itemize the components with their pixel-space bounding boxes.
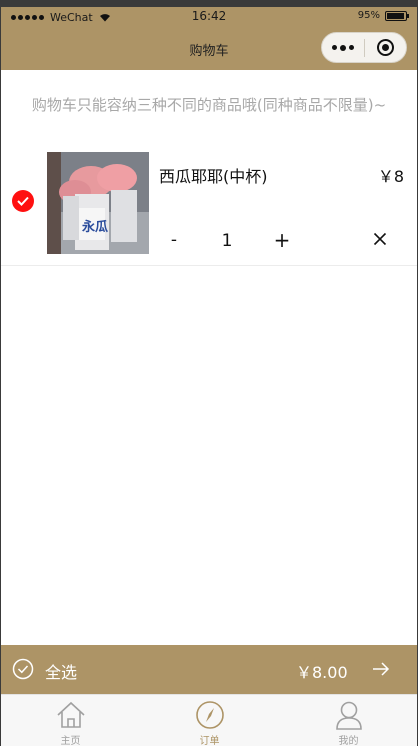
tab-orders[interactable]: 订单 bbox=[140, 695, 279, 746]
increase-quantity-button[interactable]: + bbox=[272, 228, 292, 252]
product-price: ￥8 bbox=[377, 167, 404, 186]
compass-icon bbox=[195, 701, 224, 729]
phone-screen: WeChat 16:42 95% 购物车 购物车只能容纳三种不同的商品哦(同种商… bbox=[1, 7, 417, 746]
watermelon-drink-photo bbox=[47, 152, 149, 254]
tab-orders-label: 订单 bbox=[199, 736, 220, 746]
product-name: 西瓜耶耶(中杯) bbox=[159, 167, 268, 186]
product-image[interactable]: 永瓜 bbox=[47, 152, 149, 254]
decrease-quantity-button[interactable]: - bbox=[166, 230, 182, 250]
cart-total: ￥8.00 bbox=[296, 663, 348, 682]
tab-bar: 主页 订单 我的 bbox=[1, 694, 417, 746]
tab-profile[interactable]: 我的 bbox=[279, 695, 417, 746]
tab-home-label: 主页 bbox=[60, 736, 81, 746]
status-time: 16:42 bbox=[191, 9, 227, 23]
battery-fill bbox=[387, 12, 404, 19]
top-bar: WeChat 16:42 95% 购物车 bbox=[1, 7, 417, 70]
battery-icon bbox=[385, 10, 409, 21]
nav-bar: 购物车 bbox=[1, 27, 417, 70]
home-icon bbox=[56, 701, 85, 728]
tab-home[interactable]: 主页 bbox=[1, 695, 140, 746]
target-icon bbox=[376, 39, 394, 56]
user-icon bbox=[335, 701, 362, 730]
cart-limit-notice: 购物车只能容纳三种不同的商品哦(同种商品不限量)~ bbox=[31, 96, 387, 114]
checkmark-icon bbox=[17, 196, 29, 206]
remove-item-icon[interactable] bbox=[373, 232, 387, 246]
select-all-check-icon[interactable] bbox=[12, 658, 34, 680]
select-all-label[interactable]: 全选 bbox=[45, 659, 77, 683]
checkout-bar: 全选 ￥8.00 bbox=[1, 645, 417, 694]
tab-profile-label: 我的 bbox=[338, 736, 359, 746]
cart-item: 永瓜 西瓜耶耶(中杯) ￥8 - 1 + bbox=[1, 140, 417, 266]
product-image-label: 永瓜 bbox=[82, 220, 109, 235]
close-mini-program-button[interactable] bbox=[365, 33, 406, 62]
battery-percent: 95% bbox=[357, 10, 380, 21]
status-bar: WeChat 16:42 95% bbox=[1, 7, 417, 27]
mini-program-capsule bbox=[321, 32, 407, 63]
arrow-right-icon[interactable] bbox=[371, 660, 391, 678]
battery-group: 95% bbox=[357, 10, 409, 21]
more-menu-button[interactable] bbox=[322, 33, 364, 62]
quantity-value: 1 bbox=[221, 231, 233, 251]
item-select-checkbox[interactable] bbox=[12, 190, 34, 212]
